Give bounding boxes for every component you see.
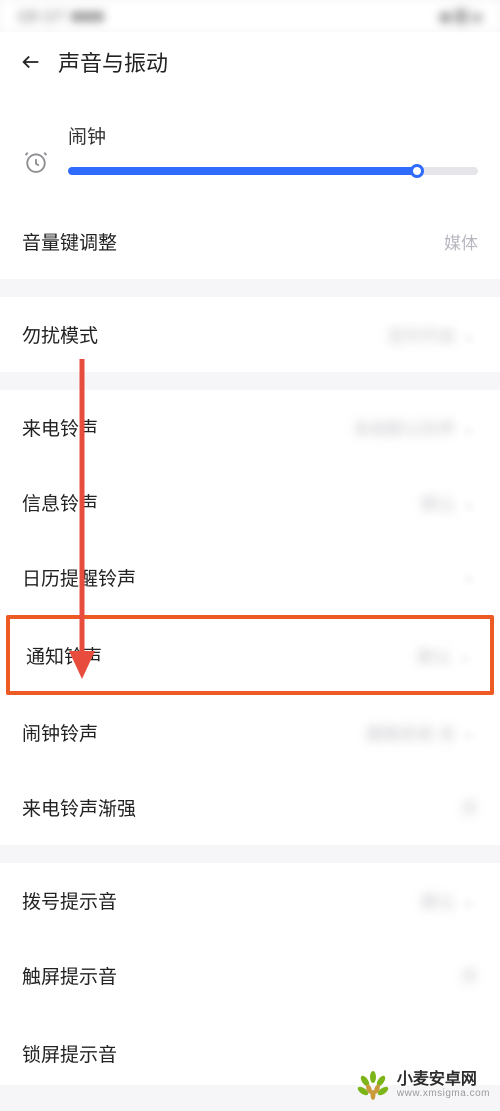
crescendo-value-wrap: 开 bbox=[461, 795, 478, 820]
alarmtone-value: 跟随系统 关 bbox=[366, 725, 456, 744]
notify-value-wrap: 默认 › bbox=[418, 643, 474, 668]
touchtone-row[interactable]: 触屏提示音 开 bbox=[0, 938, 500, 1013]
incoming-row[interactable]: 来电铃声 系统默认铃声 › bbox=[0, 390, 500, 465]
calendar-value-wrap: › bbox=[460, 568, 478, 588]
crescendo-row[interactable]: 来电铃声渐强 开 bbox=[0, 770, 500, 845]
incoming-value: 系统默认铃声 bbox=[354, 420, 456, 439]
dnd-label: 勿扰模式 bbox=[22, 321, 98, 348]
highlight-annotation: 通知铃声 默认 › bbox=[6, 615, 494, 695]
dnd-value: 定时开启 bbox=[388, 327, 456, 346]
dialtone-label: 拨号提示音 bbox=[22, 887, 117, 914]
status-battery: ■ 图 ● bbox=[441, 6, 482, 27]
message-row[interactable]: 信息铃声 默认 › bbox=[0, 465, 500, 540]
section-gap bbox=[0, 372, 500, 390]
chevron-right-icon: › bbox=[466, 895, 478, 907]
alarm-slider[interactable] bbox=[68, 167, 478, 175]
section-gap bbox=[0, 845, 500, 863]
alarm-slider-thumb[interactable] bbox=[410, 164, 424, 178]
dnd-section: 勿扰模式 定时开启 › bbox=[0, 297, 500, 372]
alarm-label: 闹钟 bbox=[68, 122, 478, 149]
notify-value: 默认 bbox=[418, 648, 452, 667]
watermark: 小麦安卓网 www.xmsigma.com bbox=[355, 1067, 490, 1103]
chevron-right-icon: › bbox=[462, 650, 474, 662]
dialtone-row[interactable]: 拨号提示音 默认 › bbox=[0, 863, 500, 938]
volume-key-row[interactable]: 音量键调整 媒体 bbox=[0, 204, 500, 279]
alarmtone-value-wrap: 跟随系统 关 › bbox=[366, 720, 478, 745]
back-icon[interactable] bbox=[18, 49, 44, 75]
message-label: 信息铃声 bbox=[22, 489, 98, 516]
calendar-label: 日历提醒铃声 bbox=[22, 564, 136, 591]
section-gap bbox=[0, 279, 500, 297]
chevron-right-icon: › bbox=[466, 422, 478, 434]
volume-key-label: 音量键调整 bbox=[22, 228, 117, 255]
locktone-label: 锁屏提示音 bbox=[22, 1040, 117, 1067]
chevron-right-icon: › bbox=[466, 329, 478, 341]
wheat-logo-icon bbox=[355, 1067, 391, 1103]
alarmtone-row[interactable]: 闹钟铃声 跟随系统 关 › bbox=[0, 695, 500, 770]
watermark-text: 小麦安卓网 www.xmsigma.com bbox=[397, 1071, 490, 1100]
notify-row[interactable]: 通知铃声 默认 › bbox=[10, 619, 490, 691]
status-time: 10:17 ■■■ bbox=[18, 8, 105, 25]
chevron-right-icon: › bbox=[466, 570, 478, 582]
dnd-value-wrap: 定时开启 › bbox=[388, 322, 478, 347]
alarm-slider-fill bbox=[68, 167, 417, 175]
status-bar: 10:17 ■■■ ■ 图 ● bbox=[0, 0, 500, 32]
page-header: 声音与振动 bbox=[0, 32, 500, 94]
chevron-right-icon: › bbox=[466, 727, 478, 739]
alarm-volume-block: 闹钟 音量键调整 媒体 bbox=[0, 94, 500, 279]
notify-label: 通知铃声 bbox=[26, 642, 102, 669]
chevron-right-icon: › bbox=[466, 497, 478, 509]
dialtone-value-wrap: 默认 › bbox=[422, 888, 478, 913]
dnd-row[interactable]: 勿扰模式 定时开启 › bbox=[0, 297, 500, 372]
alarm-clock-icon bbox=[22, 148, 50, 176]
message-value: 默认 bbox=[422, 495, 456, 514]
volume-key-value: 媒体 bbox=[444, 229, 478, 254]
crescendo-label: 来电铃声渐强 bbox=[22, 794, 136, 821]
feedback-section: 拨号提示音 默认 › 触屏提示音 开 锁屏提示音 bbox=[0, 863, 500, 1085]
message-value-wrap: 默认 › bbox=[422, 490, 478, 515]
touchtone-label: 触屏提示音 bbox=[22, 962, 117, 989]
touchtone-value-wrap: 开 bbox=[461, 963, 478, 988]
calendar-row[interactable]: 日历提醒铃声 › bbox=[0, 540, 500, 615]
touchtone-value: 开 bbox=[461, 968, 478, 987]
dialtone-value: 默认 bbox=[422, 893, 456, 912]
incoming-value-wrap: 系统默认铃声 › bbox=[354, 415, 478, 440]
watermark-url: www.xmsigma.com bbox=[397, 1088, 490, 1099]
ringtones-section: 来电铃声 系统默认铃声 › 信息铃声 默认 › 日历提醒铃声 › 通知铃声 默认… bbox=[0, 390, 500, 845]
watermark-name: 小麦安卓网 bbox=[397, 1071, 490, 1089]
crescendo-value: 开 bbox=[461, 800, 478, 819]
incoming-label: 来电铃声 bbox=[22, 414, 98, 441]
page-title: 声音与振动 bbox=[58, 46, 168, 78]
alarmtone-label: 闹钟铃声 bbox=[22, 719, 98, 746]
